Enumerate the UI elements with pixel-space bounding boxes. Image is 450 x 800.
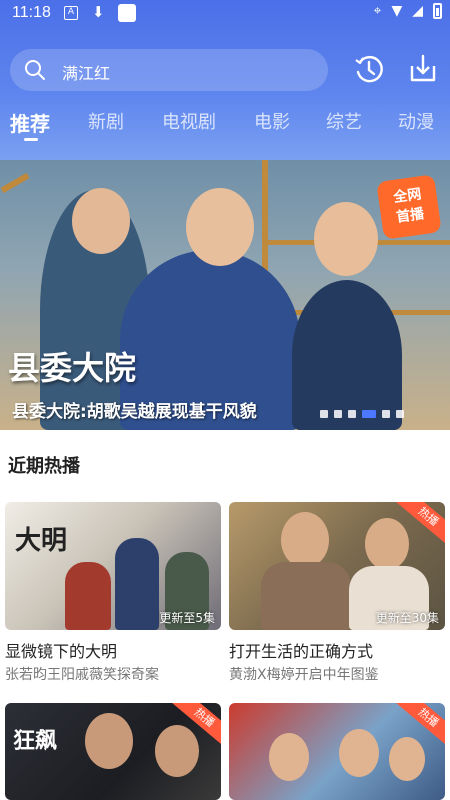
scaffold-bar	[0, 172, 30, 194]
poster-face	[389, 737, 425, 781]
banner-subtitle: 县委大院:胡歌吴越展现基干风貌	[12, 402, 257, 422]
search-icon	[25, 60, 45, 80]
search-bar[interactable]: 满江红	[10, 49, 328, 91]
carousel-dot[interactable]	[348, 410, 356, 418]
tab-movie[interactable]: 电影	[254, 108, 290, 134]
banner-face	[72, 188, 130, 254]
carousel-dot[interactable]	[334, 410, 342, 418]
banner-title: 县委大院	[8, 349, 137, 387]
section-title: 近期热播	[8, 456, 80, 477]
poster-face	[269, 733, 309, 781]
banner-person	[292, 280, 402, 430]
update-status: 更新至5集	[159, 611, 215, 625]
video-card[interactable]: 狂飙 热播	[5, 703, 221, 800]
poster-face	[155, 725, 199, 777]
card-title: 打开生活的正确方式	[229, 642, 374, 661]
video-card[interactable]: 大明 更新至5集 显微镜下的大明 张若昀王阳戚薇笑探奇案	[5, 502, 221, 683]
download-icon[interactable]	[406, 52, 440, 86]
location-icon: ⌖	[373, 3, 382, 19]
tab-anime[interactable]: 动漫	[398, 108, 434, 134]
card-title: 显微镜下的大明	[5, 642, 118, 661]
premiere-badge: 全网 首播	[376, 174, 442, 240]
tab-new-drama[interactable]: 新剧	[88, 108, 124, 134]
tab-tv-series[interactable]: 电视剧	[162, 108, 216, 134]
history-icon[interactable]	[352, 52, 386, 86]
poster-figure	[65, 562, 111, 630]
carousel-dot[interactable]	[396, 410, 404, 418]
poster-logo: 狂飙	[13, 729, 58, 754]
active-tab-indicator	[24, 138, 38, 141]
update-status: 更新至30集	[375, 611, 439, 625]
tab-variety[interactable]: 综艺	[326, 108, 362, 134]
carousel-dot[interactable]	[362, 410, 376, 418]
video-thumbnail: 狂飙 热播	[5, 703, 221, 800]
poster-face	[365, 518, 409, 570]
status-icons: ⌖ ▼ ◢	[374, 3, 442, 19]
poster-face	[281, 512, 329, 568]
battery-icon	[433, 3, 442, 19]
video-thumbnail: 热播 更新至30集	[229, 502, 445, 630]
signal-icon: ◢	[412, 3, 423, 19]
status-time: 11:18	[12, 4, 51, 21]
header-area: 11:18 A ⬇ ⌖ ▼ ◢ 满江红 推荐 新剧 电视剧 电影 综艺 动漫	[0, 0, 450, 160]
video-card[interactable]: 热播	[229, 703, 445, 800]
poster-face	[339, 729, 379, 777]
notification-a-icon: A	[64, 6, 78, 20]
banner-face	[314, 202, 378, 276]
download-notification-icon: ⬇	[92, 3, 105, 21]
video-thumbnail: 热播	[229, 703, 445, 800]
app-notification-icon	[118, 4, 136, 22]
tab-recommend[interactable]: 推荐	[10, 108, 50, 137]
wifi-icon: ▼	[391, 3, 403, 19]
status-bar: 11:18 A ⬇ ⌖ ▼ ◢	[0, 0, 450, 30]
carousel-dot[interactable]	[320, 410, 328, 418]
poster-face	[85, 713, 133, 769]
poster-logo: 大明	[15, 526, 68, 556]
carousel-indicators	[320, 410, 404, 418]
video-card[interactable]: 热播 更新至30集 打开生活的正确方式 黄渤X梅婷开启中年图鉴	[229, 502, 445, 683]
video-thumbnail: 大明 更新至5集	[5, 502, 221, 630]
poster-figure	[261, 562, 351, 630]
card-description: 张若昀王阳戚薇笑探奇案	[5, 667, 159, 683]
carousel-dot[interactable]	[382, 410, 390, 418]
poster-figure	[115, 538, 159, 630]
banner-face	[186, 188, 254, 266]
card-description: 黄渤X梅婷开启中年图鉴	[229, 667, 379, 683]
search-placeholder: 满江红	[62, 64, 111, 83]
hero-banner[interactable]: 全网 首播 县委大院 县委大院:胡歌吴越展现基干风貌	[0, 160, 450, 430]
category-tabs: 推荐 新剧 电视剧 电影 综艺 动漫	[0, 108, 450, 148]
